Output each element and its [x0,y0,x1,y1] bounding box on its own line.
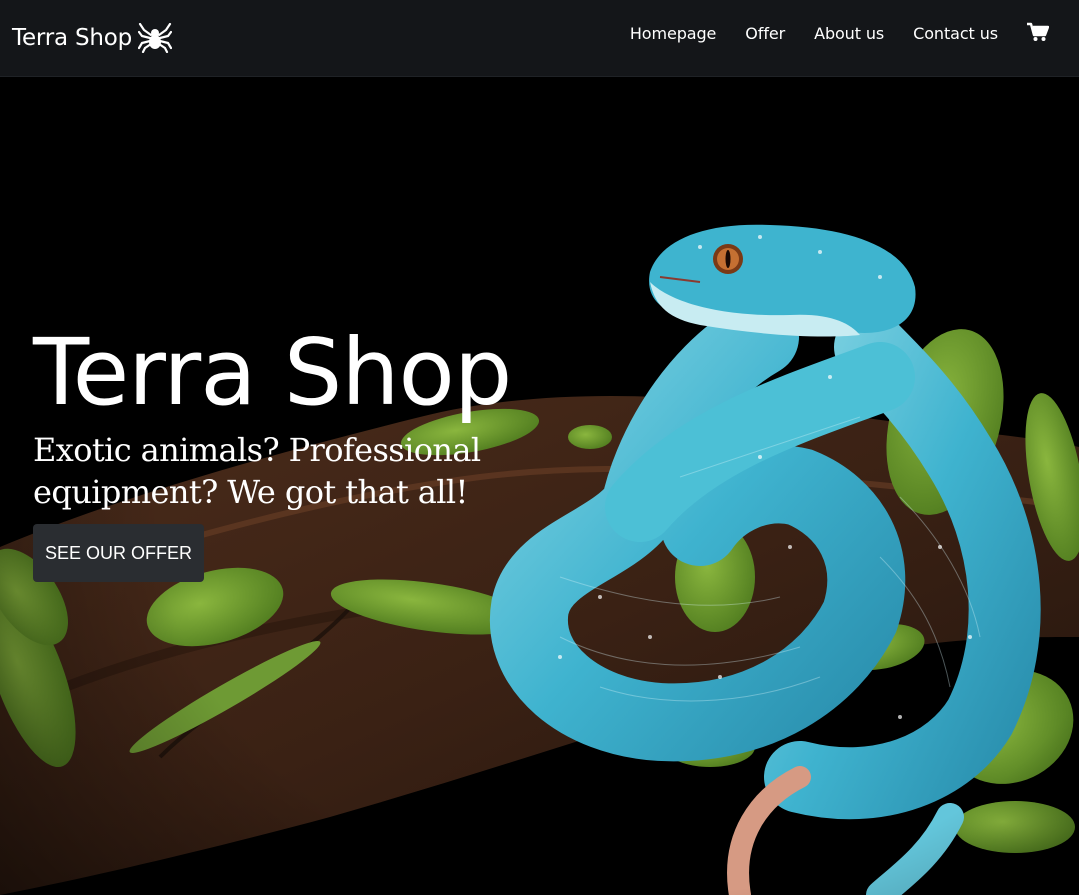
nav-link-homepage[interactable]: Homepage [630,24,717,43]
nav-item-cart [1027,22,1050,46]
nav-link-contact-us[interactable]: Contact us [913,24,998,43]
brand-link[interactable]: Terra Shop [12,20,173,56]
nav-links: Homepage Offer About us Contact us [630,0,1050,68]
nav-item-offer: Offer [745,24,785,44]
nav-link-offer[interactable]: Offer [745,24,785,43]
see-our-offer-button[interactable]: SEE OUR OFFER [33,524,205,582]
nav-item-homepage: Homepage [630,24,717,44]
hero-subtitle: Exotic animals? Professional equipment? … [33,431,481,511]
nav-link-about-us[interactable]: About us [814,24,884,43]
hero-section: Terra Shop Exotic animals? Professional … [0,77,1079,895]
hero-content: Terra Shop Exotic animals? Professional … [33,317,653,582]
hero-title: Terra Shop [33,319,512,426]
brand-name: Terra Shop [12,25,133,51]
nav-item-about: About us [814,24,884,44]
cart-button[interactable] [1027,22,1050,46]
shopping-cart-icon [1027,22,1050,46]
spider-icon [138,23,173,53]
top-navbar: Terra Shop Homepage Offer About us Conta… [0,0,1079,77]
nav-item-contact: Contact us [913,24,998,44]
